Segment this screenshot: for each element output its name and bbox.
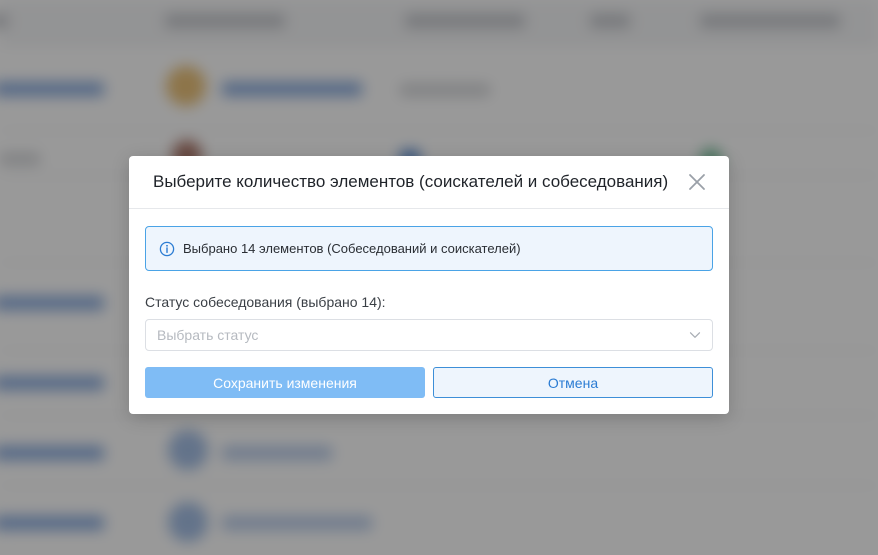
modal-header: Выберите количество элементов (соискател… [129, 156, 729, 209]
status-field-label: Статус собеседования (выбрано 14): [145, 294, 386, 310]
close-icon [689, 174, 705, 190]
status-select[interactable]: Выбрать статус [145, 319, 713, 351]
modal-title: Выберите количество элементов (соискател… [153, 172, 669, 191]
cancel-button[interactable]: Отмена [433, 367, 713, 398]
info-alert-text: Выбрано 14 элементов (Собеседований и со… [183, 241, 521, 256]
status-select-placeholder: Выбрать статус [157, 327, 259, 343]
save-changes-button[interactable]: Сохранить изменения [145, 367, 425, 398]
info-alert: Выбрано 14 элементов (Собеседований и со… [145, 226, 713, 271]
chevron-down-icon [689, 332, 701, 338]
select-items-modal: Выберите количество элементов (соискател… [129, 156, 729, 414]
close-button[interactable] [685, 170, 709, 194]
info-icon [159, 241, 175, 257]
